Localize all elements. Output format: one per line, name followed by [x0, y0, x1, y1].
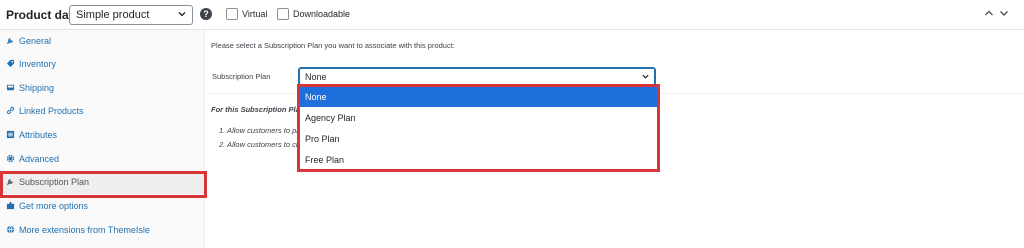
product-data-panel: Product data — Simple product ? Virtual … — [0, 0, 1024, 248]
downloadable-label: Downloadable — [293, 9, 351, 19]
tab-advanced[interactable]: Advanced — [0, 148, 205, 171]
downloadable-checkbox[interactable] — [277, 8, 289, 20]
tab-linked-products[interactable]: Linked Products — [0, 100, 205, 123]
option-pro-plan[interactable]: Pro Plan — [299, 129, 657, 149]
option-none[interactable]: None — [299, 87, 657, 107]
tab-subscription-plan[interactable]: Subscription Plan — [0, 171, 205, 194]
notes-list-item: 1. Allow customers to pl — [219, 126, 298, 135]
tab-shipping[interactable]: Shipping — [0, 77, 205, 100]
tab-label: General — [19, 36, 52, 46]
puzzle-icon — [6, 202, 15, 210]
subscription-plan-select[interactable]: None — [298, 67, 656, 86]
virtual-label: Virtual — [242, 9, 268, 19]
gear-icon — [6, 154, 15, 163]
tab-more-extensions[interactable]: More extensions from ThemeIsle — [0, 219, 205, 242]
tab-label: More extensions from ThemeIsle — [19, 225, 150, 235]
wrench-icon — [6, 179, 13, 186]
link-icon — [6, 106, 15, 115]
product-data-tabs: General Inventory Shipping Linked Produc… — [0, 30, 205, 248]
option-agency-plan[interactable]: Agency Plan — [299, 108, 657, 128]
tab-label: Get more options — [19, 201, 89, 211]
tab-general[interactable]: General — [0, 30, 205, 53]
virtual-checkbox[interactable] — [226, 8, 238, 20]
subscription-plan-value: None — [305, 72, 327, 82]
subscription-plan-notes-heading: For this Subscription Plan — [211, 105, 305, 114]
globe-icon — [6, 225, 15, 234]
chevron-down-icon — [642, 74, 649, 79]
move-up-icon[interactable] — [983, 7, 995, 19]
truck-icon — [6, 84, 15, 91]
product-data-header: Product data — Simple product ? Virtual … — [0, 0, 1024, 30]
tab-label: Linked Products — [19, 106, 84, 116]
tab-label: Attributes — [19, 130, 58, 140]
product-type-value: Simple product — [76, 9, 150, 21]
subscription-plan-label: Subscription Plan — [212, 72, 271, 81]
tab-label: Shipping — [19, 83, 55, 93]
option-free-plan[interactable]: Free Plan — [299, 150, 657, 170]
list-icon — [6, 130, 15, 139]
chevron-down-icon — [178, 12, 186, 17]
subscription-plan-dropdown: None Agency Plan Pro Plan Free Plan — [298, 86, 658, 171]
tab-inventory[interactable]: Inventory — [0, 53, 205, 76]
tag-icon — [6, 59, 15, 68]
product-type-select[interactable]: Simple product — [69, 5, 193, 25]
tab-label: Advanced — [19, 154, 60, 164]
subscription-intro: Please select a Subscription Plan you wa… — [211, 41, 455, 50]
help-icon[interactable]: ? — [200, 8, 212, 20]
move-down-icon[interactable] — [998, 7, 1010, 19]
notes-list-item: 2. Allow customers to cre — [219, 140, 303, 149]
tab-get-more-options[interactable]: Get more options — [0, 195, 205, 218]
tab-label: Inventory — [19, 59, 57, 69]
tab-label: Subscription Plan — [19, 177, 90, 187]
tab-attributes[interactable]: Attributes — [0, 124, 205, 147]
wrench-icon — [6, 38, 13, 45]
